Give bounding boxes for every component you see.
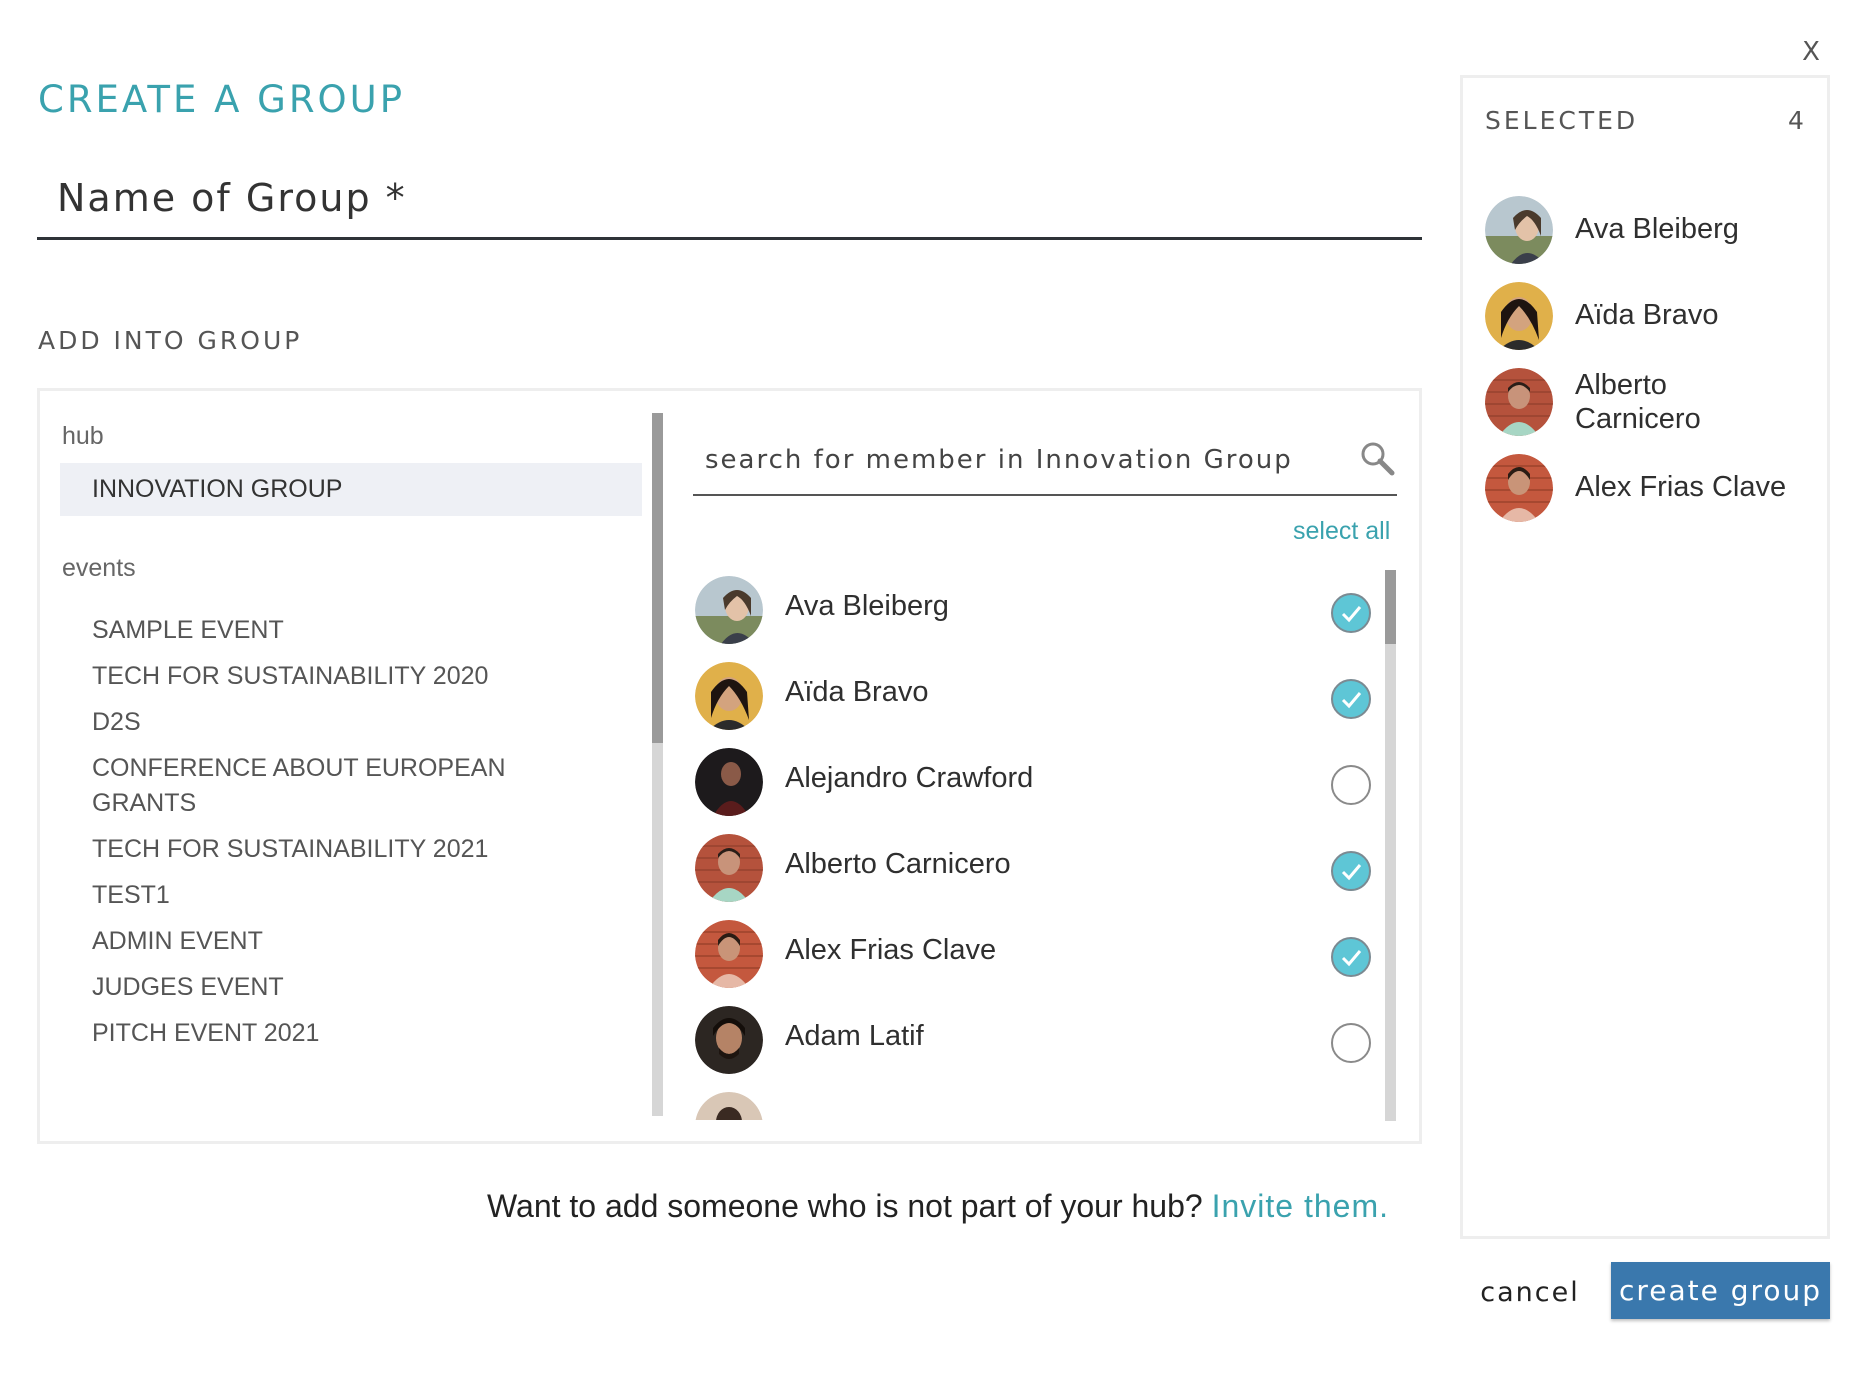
- avatar: [1485, 454, 1553, 522]
- member-row[interactable]: Aïda Bravo: [693, 654, 1373, 740]
- nav-item-event[interactable]: D2S: [60, 705, 642, 740]
- avatar: [695, 1006, 763, 1074]
- member-name: Ava Bleiberg: [785, 590, 949, 622]
- nav-item-event[interactable]: TECH FOR SUSTAINABILITY 2021: [60, 832, 642, 867]
- selected-title: SELECTED: [1485, 106, 1639, 135]
- selected-name: Alex Frias Clave: [1575, 471, 1787, 503]
- page-title: CREATE A GROUP: [38, 78, 406, 121]
- member-row[interactable]: Alejandro Crawford: [693, 740, 1373, 826]
- member-list-scrollbar[interactable]: [1385, 570, 1396, 1121]
- selected-name: Ava Bleiberg: [1575, 213, 1739, 245]
- member-row[interactable]: [693, 1084, 1373, 1120]
- member-list-scrollbar-thumb[interactable]: [1385, 570, 1396, 644]
- member-name: Alex Frias Clave: [785, 934, 997, 966]
- nav-item-event[interactable]: JUDGES EVENT: [60, 970, 642, 1005]
- nav-scrollbar-thumb[interactable]: [652, 413, 663, 743]
- selected-name: Aïda Bravo: [1575, 299, 1719, 331]
- avatar: [1485, 368, 1553, 436]
- nav-item-innovation-group[interactable]: INNOVATION GROUP: [60, 463, 642, 516]
- avatar: [695, 1092, 763, 1120]
- member-row[interactable]: Alex Frias Clave: [693, 912, 1373, 998]
- checkmark-icon: [1341, 606, 1362, 623]
- nav-item-event[interactable]: TEST1: [60, 878, 642, 913]
- checkmark-icon: [1341, 692, 1362, 709]
- avatar: [695, 748, 763, 816]
- select-all-link[interactable]: select all: [1293, 517, 1390, 546]
- nav-section-hub: hub: [62, 422, 104, 450]
- checkmark-icon: [1341, 950, 1362, 967]
- cancel-button[interactable]: cancel: [1470, 1268, 1590, 1316]
- nav-item-event[interactable]: ADMIN EVENT: [60, 924, 642, 959]
- nav-item-event[interactable]: SAMPLE EVENT: [60, 613, 642, 648]
- avatar: [695, 920, 763, 988]
- create-group-button[interactable]: create group: [1611, 1262, 1830, 1319]
- add-into-group-label: ADD INTO GROUP: [38, 326, 303, 355]
- nav-item-event[interactable]: PITCH EVENT 2021: [60, 1016, 642, 1051]
- selected-name: Carnicero: [1575, 403, 1701, 435]
- close-icon[interactable]: X: [1798, 38, 1824, 66]
- selected-count: 4: [1788, 106, 1804, 135]
- member-name: Alejandro Crawford: [785, 762, 1034, 794]
- member-checkbox[interactable]: [1331, 851, 1371, 891]
- member-list: Ava Bleiberg Aïda Bravo Alejandro Crawfo…: [693, 568, 1383, 1120]
- avatar: [695, 662, 763, 730]
- member-checkbox[interactable]: [1331, 765, 1371, 805]
- search-icon[interactable]: [1359, 440, 1395, 476]
- selected-item: Alberto Carnicero: [1485, 368, 1815, 444]
- member-checkbox[interactable]: [1331, 937, 1371, 977]
- nav-section-events: events: [62, 554, 136, 582]
- nav-item-event[interactable]: TECH FOR SUSTAINABILITY 2020: [60, 659, 642, 694]
- invite-message: Want to add someone who is not part of y…: [487, 1188, 1389, 1225]
- avatar: [1485, 282, 1553, 350]
- invite-link[interactable]: Invite them.: [1212, 1188, 1389, 1224]
- source-nav: hub INNOVATION GROUP events SAMPLE EVENT…: [60, 412, 642, 1112]
- member-row[interactable]: Ava Bleiberg: [693, 568, 1373, 654]
- avatar: [1485, 196, 1553, 264]
- group-name-input[interactable]: [37, 158, 1422, 240]
- member-row[interactable]: Adam Latif: [693, 998, 1373, 1084]
- member-search: [693, 432, 1397, 496]
- member-row[interactable]: Alberto Carnicero: [693, 826, 1373, 912]
- invite-text: Want to add someone who is not part of y…: [487, 1188, 1203, 1224]
- selected-item: Ava Bleiberg: [1485, 196, 1815, 266]
- member-name: Aïda Bravo: [785, 676, 929, 708]
- nav-item-event[interactable]: CONFERENCE ABOUT EUROPEAN GRANTS: [60, 751, 532, 821]
- avatar: [695, 834, 763, 902]
- checkmark-icon: [1341, 864, 1362, 881]
- member-name: Adam Latif: [785, 1020, 924, 1052]
- member-checkbox[interactable]: [1331, 679, 1371, 719]
- selected-name: Alberto: [1575, 369, 1667, 401]
- member-search-input[interactable]: [705, 432, 1345, 488]
- member-checkbox[interactable]: [1331, 1023, 1371, 1063]
- selected-item: Alex Frias Clave: [1485, 454, 1815, 524]
- avatar: [695, 576, 763, 644]
- selected-item: Aïda Bravo: [1485, 282, 1815, 352]
- member-name: Alberto Carnicero: [785, 848, 1011, 880]
- member-checkbox[interactable]: [1331, 593, 1371, 633]
